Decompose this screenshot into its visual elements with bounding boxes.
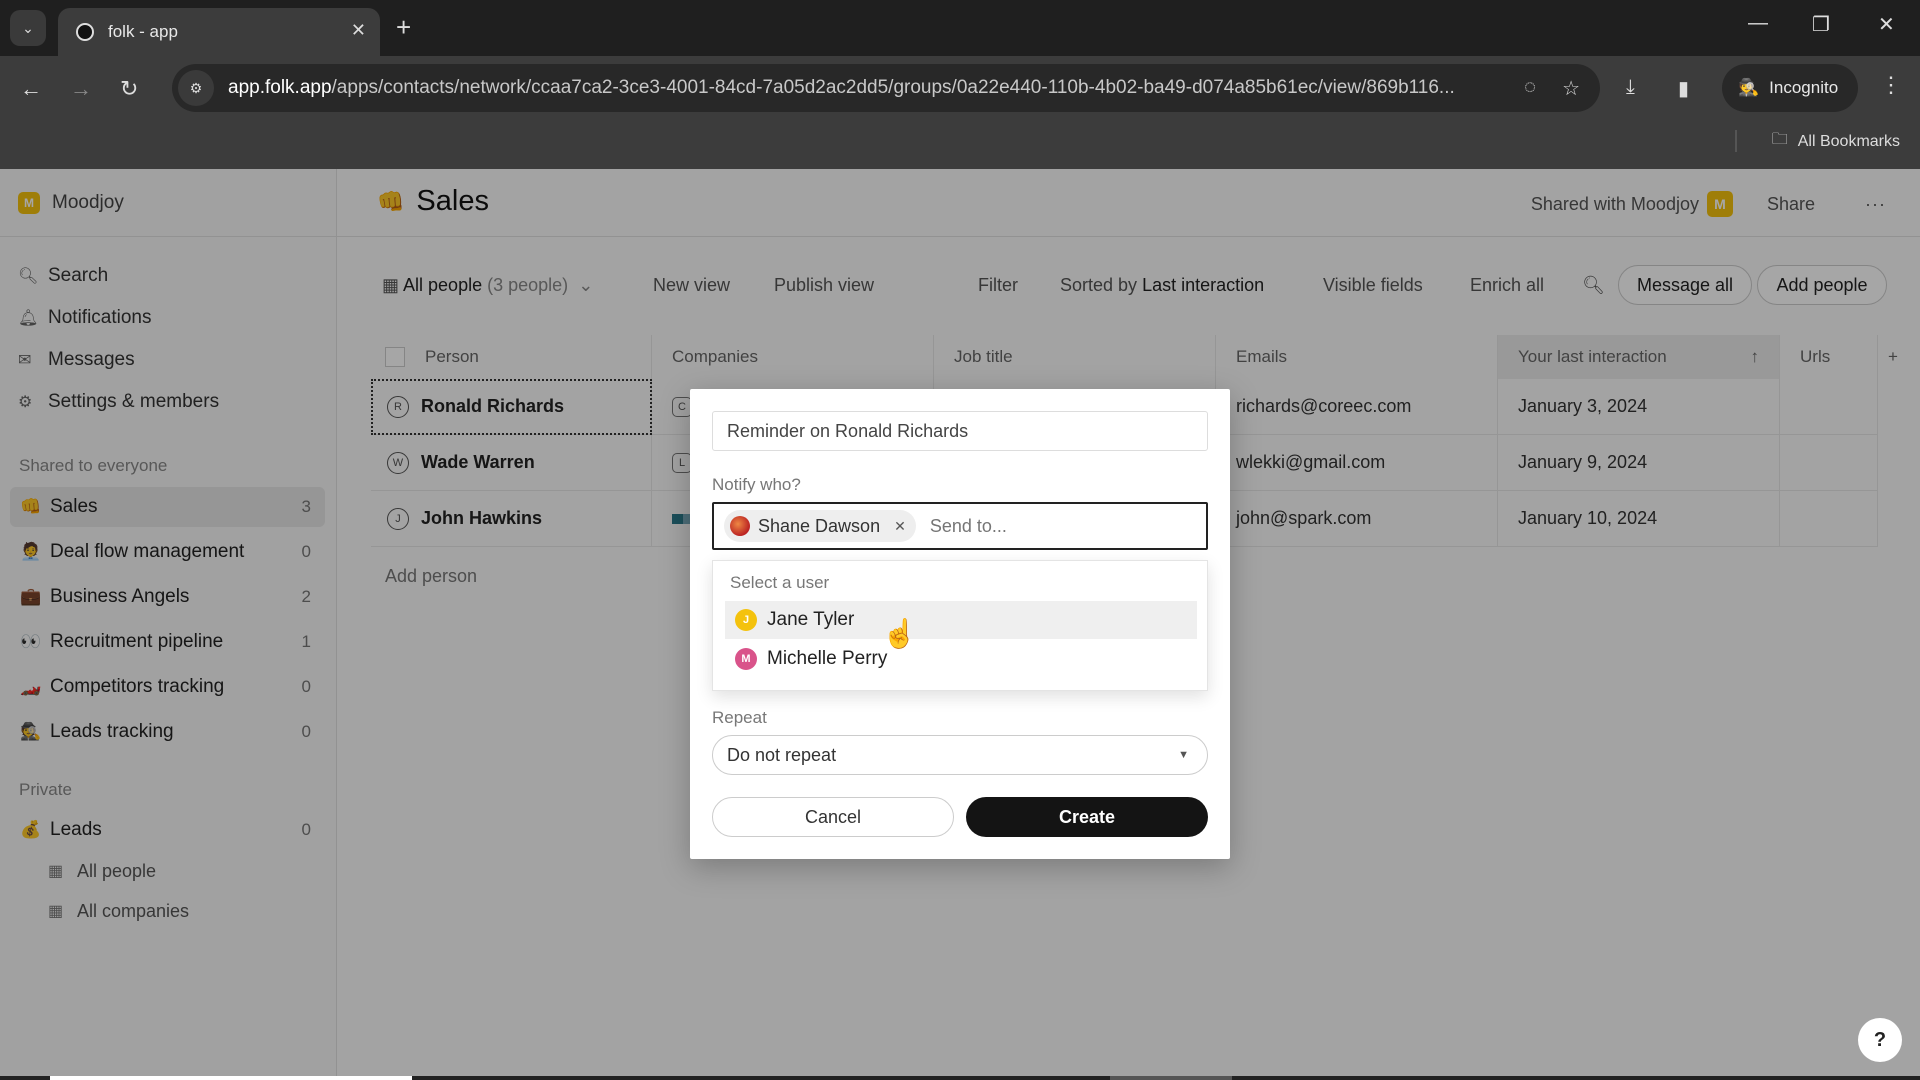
user-avatar: M <box>735 648 757 670</box>
all-bookmarks-button[interactable]: 🗀 All Bookmarks <box>1772 128 1900 155</box>
repeat-select[interactable]: Do not repeat ▼ <box>712 735 1208 775</box>
back-icon[interactable]: ← <box>20 76 42 102</box>
repeat-value: Do not repeat <box>727 744 837 765</box>
user-option-michelle-perry[interactable]: M Michelle Perry <box>725 640 1197 678</box>
reload-icon[interactable]: ↻ <box>120 76 138 102</box>
download-icon[interactable]: ⤓ <box>1626 76 1635 99</box>
eye-off-icon[interactable]: ◌ <box>1524 76 1536 101</box>
progress-bar <box>0 1076 1920 1080</box>
side-panel-icon[interactable]: ▮ <box>1678 76 1689 101</box>
favicon-icon <box>76 23 94 41</box>
user-avatar: J <box>735 609 757 631</box>
notify-label: Notify who? <box>712 475 801 494</box>
user-option-jane-tyler[interactable]: J Jane Tyler <box>725 601 1197 639</box>
browser-toolbar: ← → ↻ ⚙ app.folk.app/apps/contacts/netwo… <box>0 56 1920 169</box>
help-button[interactable]: ? <box>1858 1018 1902 1062</box>
restore-icon[interactable]: ❐ <box>1812 12 1830 37</box>
create-button[interactable]: Create <box>966 797 1208 837</box>
cancel-button[interactable]: Cancel <box>712 797 954 837</box>
folder-icon: 🗀 <box>1771 131 1788 148</box>
user-avatar <box>730 516 750 536</box>
url-path: /apps/contacts/network/ccaa7ca2-3ce3-400… <box>331 77 1455 98</box>
all-bookmarks-label: All Bookmarks <box>1797 132 1900 150</box>
incognito-icon: 🕵 <box>1738 78 1760 97</box>
send-to-input[interactable] <box>929 515 1180 537</box>
new-tab-button[interactable]: + <box>396 12 411 43</box>
user-name: Jane Tyler <box>767 609 855 630</box>
close-window-icon[interactable]: ✕ <box>1878 12 1895 37</box>
incognito-indicator[interactable]: 🕵 Incognito <box>1722 64 1858 112</box>
url-text[interactable]: app.folk.app/apps/contacts/network/ccaa7… <box>228 77 1508 99</box>
url-host: app.folk.app <box>228 77 332 98</box>
remove-recipient-icon[interactable]: ✕ <box>894 518 906 535</box>
tab-title: folk - app <box>108 22 178 41</box>
progress-played <box>50 1076 412 1080</box>
dropdown-header: Select a user <box>730 573 830 592</box>
caret-down-icon: ▼ <box>1178 749 1189 761</box>
user-name: Michelle Perry <box>767 648 888 669</box>
divider <box>1735 130 1737 152</box>
reminder-title-input[interactable] <box>712 411 1208 451</box>
repeat-label: Repeat <box>712 708 767 727</box>
notify-recipients-field[interactable]: Shane Dawson ✕ <box>712 502 1208 550</box>
site-settings-icon[interactable]: ⚙ <box>178 70 214 106</box>
star-icon[interactable]: ☆ <box>1562 76 1580 101</box>
chevron-down-icon: ⌄ <box>22 19 34 36</box>
recipient-name: Shane Dawson <box>758 515 881 536</box>
incognito-label: Incognito <box>1769 78 1839 97</box>
reminder-modal: Notify who? Shane Dawson ✕ Select a user… <box>690 389 1230 859</box>
minimize-icon[interactable]: — <box>1748 12 1768 35</box>
address-bar[interactable]: ⚙ app.folk.app/apps/contacts/network/cca… <box>172 64 1600 112</box>
recipient-chip[interactable]: Shane Dawson ✕ <box>724 510 916 542</box>
hand-cursor-icon: ☝ <box>882 618 917 649</box>
browser-menu-icon[interactable]: ⋮ <box>1880 72 1902 98</box>
tab-search-button[interactable]: ⌄ <box>10 10 46 46</box>
browser-tab-bar: ⌄ folk - app ✕ + — ❐ ✕ <box>0 0 1920 56</box>
close-tab-icon[interactable]: ✕ <box>351 20 366 41</box>
forward-icon[interactable]: → <box>70 76 92 102</box>
user-select-dropdown: Select a user J Jane Tyler M Michelle Pe… <box>712 560 1208 691</box>
progress-buffer <box>1110 1076 1232 1080</box>
browser-tab[interactable]: folk - app ✕ <box>58 8 380 56</box>
